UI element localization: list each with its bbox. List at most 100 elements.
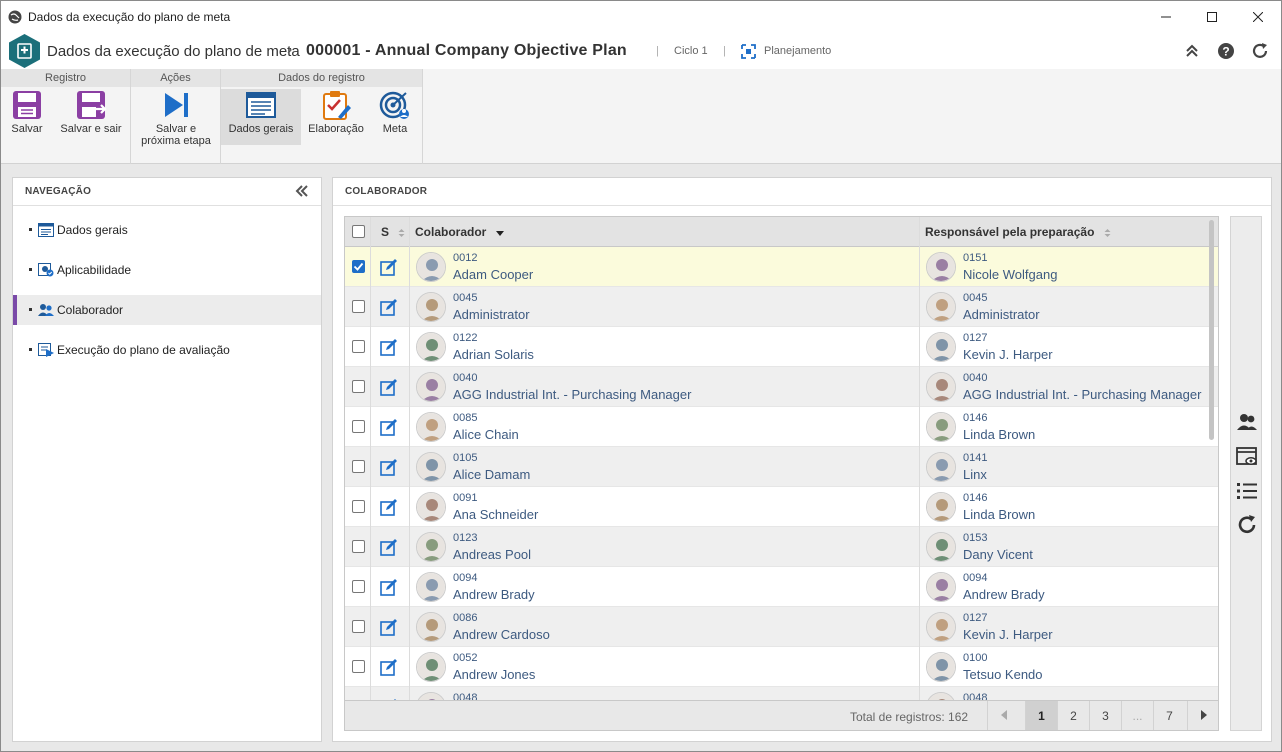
help-icon[interactable]: ? [1217, 42, 1235, 60]
table-row[interactable]: 0091 Ana Schneider 0146 Linda Brown [345, 487, 1218, 527]
page-button[interactable]: 7 [1153, 701, 1185, 730]
nav-item-applicability[interactable]: Aplicabilidade [13, 255, 321, 285]
collapse-panel-icon[interactable] [295, 184, 309, 198]
responsible-code: 0153 [963, 532, 988, 544]
minimize-button[interactable] [1143, 1, 1189, 33]
table-row[interactable]: 0105 Alice Damam 0141 Linx [345, 447, 1218, 487]
refresh-grid-icon[interactable] [1236, 514, 1258, 536]
grid-header: S Colaborador Responsável pela preparaçã… [345, 217, 1218, 247]
responsible-name[interactable]: Linda Brown [963, 427, 1035, 442]
column-header-s[interactable]: S [381, 217, 405, 247]
page-ellipsis: ... [1121, 701, 1153, 730]
responsible-name[interactable]: Andrew Brady [963, 587, 1045, 602]
nav-item-general-data[interactable]: Dados gerais [13, 215, 321, 245]
table-row[interactable]: 0122 Adrian Solaris 0127 Kevin J. Harper [345, 327, 1218, 367]
table-row[interactable]: 0094 Andrew Brady 0094 Andrew Brady [345, 567, 1218, 607]
employee-name[interactable]: Andrew Cardoso [453, 627, 550, 642]
employee-name[interactable]: Andrew Jones [453, 667, 535, 682]
page-button[interactable]: 3 [1089, 701, 1121, 730]
edit-icon[interactable] [380, 538, 398, 556]
edit-icon[interactable] [380, 618, 398, 636]
responsible-name[interactable]: Nicole Wolfgang [963, 267, 1057, 282]
table-row[interactable]: 0012 Adam Cooper 0151 Nicole Wolfgang [345, 247, 1218, 287]
employee-name[interactable]: AGG Industrial Int. - Purchasing Manager [453, 387, 691, 402]
avatar-icon [417, 653, 445, 681]
collapse-header-icon[interactable] [1183, 42, 1201, 60]
nav-item-employee[interactable]: Colaborador [13, 295, 321, 325]
associate-users-icon[interactable] [1236, 411, 1258, 433]
edit-icon[interactable] [380, 498, 398, 516]
maximize-button[interactable] [1189, 1, 1235, 33]
save-and-exit-button[interactable]: Salvar e sair [57, 89, 125, 145]
elaboration-button[interactable]: Elaboração [304, 89, 368, 145]
row-checkbox[interactable] [352, 420, 365, 433]
row-checkbox[interactable] [352, 580, 365, 593]
header-divider: | [723, 45, 726, 57]
save-and-next-step-button[interactable]: Salvar e próxima etapa [135, 89, 217, 147]
nav-item-evaluation-plan-execution[interactable]: Execução do plano de avaliação [13, 335, 321, 365]
row-checkbox[interactable] [352, 660, 365, 673]
table-row[interactable]: 0085 Alice Chain 0146 Linda Brown [345, 407, 1218, 447]
responsible-avatar [926, 412, 956, 442]
save-button[interactable]: Salvar [4, 89, 50, 145]
employee-name[interactable]: Andrew Brady [453, 587, 535, 602]
column-header-responsible[interactable]: Responsável pela preparação [925, 217, 1111, 247]
edit-icon[interactable] [380, 338, 398, 356]
edit-icon[interactable] [380, 658, 398, 676]
page-button[interactable]: 1 [1025, 701, 1057, 730]
employee-name[interactable]: Ana Schneider [453, 507, 538, 522]
row-checkbox[interactable] [352, 500, 365, 513]
select-all-checkbox[interactable] [352, 225, 365, 238]
row-checkbox[interactable] [352, 340, 365, 353]
row-checkbox[interactable] [352, 620, 365, 633]
responsible-name[interactable]: Administrator [963, 307, 1040, 322]
goal-button[interactable]: Meta [371, 89, 419, 145]
refresh-icon[interactable] [1251, 42, 1269, 60]
table-row[interactable]: 0123 Andreas Pool 0153 Dany Vicent [345, 527, 1218, 567]
table-row[interactable]: 0052 Andrew Jones 0100 Tetsuo Kendo [345, 647, 1218, 687]
edit-icon[interactable] [380, 578, 398, 596]
view-record-icon[interactable] [1236, 446, 1258, 468]
employee-name[interactable]: Adam Cooper [453, 267, 533, 282]
employee-name[interactable]: Andreas Pool [453, 547, 531, 562]
responsible-name[interactable]: Tetsuo Kendo [963, 667, 1043, 682]
column-header-employee[interactable]: Colaborador [415, 217, 504, 247]
list-icon[interactable] [1236, 480, 1258, 502]
employee-name[interactable]: Alice Damam [453, 467, 530, 482]
edit-icon[interactable] [380, 458, 398, 476]
table-row[interactable]: 0086 Andrew Cardoso 0127 Kevin J. Harper [345, 607, 1218, 647]
page-button[interactable]: 2 [1057, 701, 1089, 730]
responsible-name[interactable]: Kevin J. Harper [963, 347, 1053, 362]
employee-name[interactable]: Administrator [453, 307, 530, 322]
row-checkbox[interactable] [352, 460, 365, 473]
employee-code: 0052 [453, 652, 478, 664]
grid-scrollbar[interactable] [1208, 218, 1216, 698]
edit-icon[interactable] [380, 298, 398, 316]
avatar-icon [417, 573, 445, 601]
employee-name[interactable]: Alice Chain [453, 427, 519, 442]
edit-icon[interactable] [380, 258, 398, 276]
close-icon [1253, 12, 1263, 22]
ribbon-group-title: Dados do registro [221, 69, 422, 87]
table-row[interactable]: 0040 AGG Industrial Int. - Purchasing Man… [345, 367, 1218, 407]
scrollbar-thumb[interactable] [1209, 220, 1214, 440]
row-checkbox[interactable] [352, 380, 365, 393]
employee-name[interactable]: Adrian Solaris [453, 347, 534, 362]
row-checkbox[interactable] [352, 300, 365, 313]
next-page-button[interactable] [1187, 701, 1218, 730]
table-row[interactable]: 0045 Administrator 0045 Administrator [345, 287, 1218, 327]
row-checkbox[interactable] [352, 540, 365, 553]
avatar-icon [927, 533, 955, 561]
nav-item-label: Dados gerais [57, 223, 128, 237]
general-data-button[interactable]: Dados gerais [221, 89, 301, 145]
responsible-name[interactable]: Kevin J. Harper [963, 627, 1053, 642]
responsible-name[interactable]: AGG Industrial Int. - Purchasing Manager [963, 387, 1201, 402]
responsible-name[interactable]: Dany Vicent [963, 547, 1033, 562]
edit-icon[interactable] [380, 418, 398, 436]
edit-icon[interactable] [380, 378, 398, 396]
previous-page-button[interactable] [987, 701, 1019, 730]
responsible-name[interactable]: Linx [963, 467, 987, 482]
close-button[interactable] [1235, 1, 1281, 33]
row-checkbox[interactable] [352, 260, 365, 273]
responsible-name[interactable]: Linda Brown [963, 507, 1035, 522]
